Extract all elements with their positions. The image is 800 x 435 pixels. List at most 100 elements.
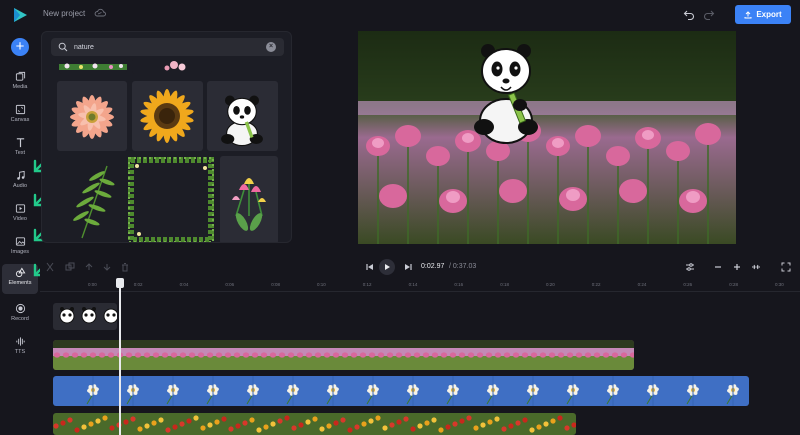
element-pink-blossom-strip[interactable] — [132, 58, 212, 74]
panda-thumbnail — [221, 95, 263, 147]
element-pink-gerbera-daisy[interactable] — [57, 81, 127, 151]
zoom-in-icon[interactable] — [732, 262, 742, 272]
ruler-tick-label: 0:12 — [362, 282, 372, 287]
ruler-tick-label: 0:26 — [683, 282, 693, 287]
ruler-tick-label: 0:28 — [729, 282, 738, 287]
clear-search-icon[interactable]: × — [266, 42, 276, 52]
tulip-thumbnail — [232, 178, 266, 231]
sidebar-item-label: Canvas — [10, 117, 30, 123]
ruler-tick-label: 0:18 — [500, 282, 509, 287]
ruler-tick-label: 0:24 — [637, 282, 647, 287]
media-icon — [15, 71, 25, 81]
ruler-tick-label: 0:08 — [271, 282, 280, 287]
element-fern-leaf[interactable] — [57, 156, 122, 242]
video-icon — [15, 204, 25, 213]
ruler-tick-label: 0:04 — [179, 282, 189, 287]
split-icon[interactable] — [45, 262, 55, 272]
element-leafy-frame[interactable] — [127, 156, 215, 242]
canvas-icon — [15, 104, 25, 115]
sidebar-item-canvas[interactable]: Canvas — [2, 101, 38, 129]
white-flowers-clip-thumbnails — [86, 376, 739, 406]
skip-forward-icon[interactable] — [403, 262, 413, 272]
app-logo-icon[interactable] — [11, 6, 29, 24]
play-button[interactable] — [379, 259, 395, 275]
sidebar-item-label: Audio — [12, 183, 28, 189]
fit-timeline-icon[interactable] — [751, 262, 761, 272]
leafy-frame-thumbnail — [128, 157, 214, 242]
white-flowers-blue-track[interactable] — [53, 376, 749, 406]
element-panda-with-bamboo[interactable] — [207, 81, 278, 151]
sidebar-item-record[interactable]: Record — [2, 300, 38, 328]
sidebar-item-label: Record — [11, 316, 29, 322]
cloud-sync-icon — [94, 8, 106, 17]
ruler-tick-label: 0:00 — [88, 282, 97, 287]
shapes-icon — [15, 267, 25, 278]
panda-element-track[interactable] — [53, 303, 117, 330]
waveform-icon — [15, 337, 25, 346]
panda-clip-thumbnails — [59, 307, 117, 324]
fullscreen-icon[interactable] — [781, 262, 791, 272]
search-bar: × — [51, 38, 284, 56]
delete-icon[interactable] — [120, 262, 130, 272]
sidebar-item-label: Media — [12, 84, 28, 90]
image-icon — [15, 237, 25, 246]
record-icon — [15, 303, 25, 314]
timeline-toolbar: 0:02.97 / 0:37.03 — [40, 256, 800, 278]
music-note-icon — [16, 170, 25, 180]
upload-icon — [744, 10, 752, 18]
search-input[interactable] — [74, 41, 264, 53]
project-name[interactable]: New project — [43, 9, 85, 18]
preview-frame-image — [358, 31, 736, 244]
blossom-thumbnail — [164, 61, 186, 71]
playhead[interactable] — [119, 278, 121, 435]
pink-flowers-clip-thumbnails — [53, 340, 634, 370]
red-flowers-clip-thumbnails — [53, 415, 576, 433]
total-duration: / 0:37.03 — [449, 263, 477, 270]
bring-forward-icon[interactable] — [84, 262, 94, 272]
undo-icon[interactable] — [683, 8, 695, 20]
ruler-tick-label: 0:22 — [591, 282, 601, 287]
sidebar-item-label: TTS — [14, 349, 26, 355]
sidebar-item-media[interactable]: Media — [2, 68, 38, 96]
sidebar-item-label: Text — [14, 150, 26, 156]
gerbera-thumbnail — [70, 95, 114, 139]
ruler-tick-label: 0:10 — [317, 282, 326, 287]
elements-panel: × — [41, 31, 292, 243]
ruler-tick-label: 0:02 — [133, 282, 143, 287]
element-flower-border-strip[interactable] — [59, 58, 127, 74]
ruler-tick-label: 0:16 — [454, 282, 464, 287]
search-icon — [58, 42, 68, 52]
ruler-tick-label: 0:06 — [225, 282, 235, 287]
timeline-ruler[interactable]: 0:00 0:02 0:04 0:06 0:08 0:10 0:12 0:14 0:16 0:18… — [40, 280, 800, 292]
fern-thumbnail — [73, 165, 115, 239]
redo-icon[interactable] — [703, 8, 715, 20]
sidebar-item-label: Video — [13, 216, 27, 222]
ruler-tick-label: 0:20 — [546, 282, 555, 287]
sidebar-item-label: Images — [10, 249, 30, 255]
pink-flower-field-track[interactable] — [53, 340, 634, 370]
export-label: Export — [756, 10, 782, 19]
sidebar-item-label: Elements — [8, 280, 32, 286]
element-tulip-bouquet[interactable] — [220, 156, 278, 242]
playhead-handle[interactable] — [116, 278, 124, 288]
ruler-tick-label: 0:30 — [775, 282, 784, 287]
ruler-tick-label: 0:14 — [408, 282, 418, 287]
sunflower-thumbnail — [140, 89, 194, 143]
add-media-button[interactable]: + — [11, 38, 29, 56]
video-preview-canvas[interactable] — [358, 31, 736, 244]
skip-back-icon[interactable] — [365, 262, 375, 272]
video-editor-app: New project Export + Media Canvas Text A… — [0, 0, 800, 435]
current-time: 0:02.97 — [421, 263, 445, 270]
zoom-out-icon[interactable] — [713, 262, 723, 272]
export-button[interactable]: Export — [735, 5, 791, 24]
text-icon — [16, 138, 24, 148]
duplicate-icon[interactable] — [65, 262, 75, 272]
flower-border-thumbnail — [59, 63, 127, 70]
sidebar-item-tts[interactable]: TTS — [2, 333, 38, 361]
play-icon — [385, 264, 390, 270]
element-sunflower[interactable] — [132, 81, 203, 151]
red-yellow-flowers-track[interactable] — [53, 413, 576, 435]
top-bar: New project Export — [0, 0, 800, 30]
adjust-icon[interactable] — [685, 262, 695, 272]
send-backward-icon[interactable] — [102, 262, 112, 272]
